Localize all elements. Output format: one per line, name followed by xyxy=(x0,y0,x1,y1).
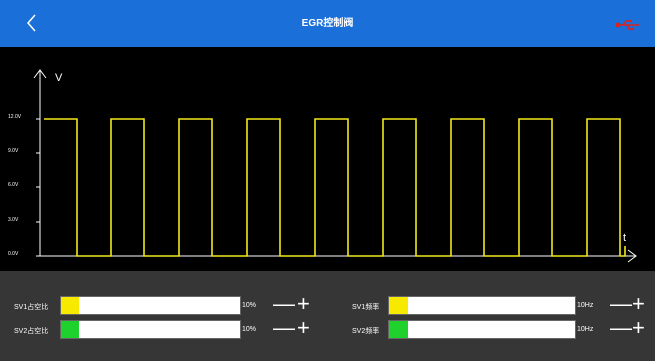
y-tick-label: 6.0V xyxy=(8,182,19,188)
signal-trace xyxy=(44,118,626,257)
header-bar: EGR控制阀 xyxy=(0,0,655,47)
sv1-duty-label: SV1占空比 xyxy=(14,304,49,311)
sv1-duty-bar[interactable] xyxy=(60,296,241,315)
y-axis-label: V xyxy=(55,72,63,84)
x-axis-label: t xyxy=(623,232,626,244)
y-tick-label: 9.0V xyxy=(8,148,19,154)
sv2-duty-plus-button[interactable]: + xyxy=(297,317,310,339)
sv2-duty-minus-button[interactable]: — xyxy=(273,317,295,339)
sv1-freq-fill xyxy=(389,297,408,314)
sv1-freq-bar[interactable] xyxy=(388,296,576,315)
sv2-freq-plus-button[interactable]: + xyxy=(632,317,645,339)
control-panel: SV1占空比 10% — + SV2占空比 10% — + SV1频率 10Hz… xyxy=(0,271,655,361)
sv2-freq-minus-button[interactable]: — xyxy=(610,317,632,339)
sv2-duty-label: SV2占空比 xyxy=(14,328,49,335)
y-tick-label: 3.0V xyxy=(8,217,19,223)
page-title: EGR控制阀 xyxy=(301,18,354,29)
oscilloscope-panel: V t 12.0V 9.0V 6.0V 3.0V 0.0V xyxy=(0,47,655,271)
sv1-freq-label: SV1频率 xyxy=(352,304,380,311)
y-tick-label: 0.0V xyxy=(8,251,19,257)
sv1-freq-plus-button[interactable]: + xyxy=(632,293,645,315)
sv2-freq-label: SV2频率 xyxy=(352,328,380,335)
sv1-freq-minus-button[interactable]: — xyxy=(610,293,632,315)
sv1-duty-value: 10% xyxy=(242,302,257,309)
sv2-duty-fill xyxy=(61,321,79,338)
sv2-duty-value: 10% xyxy=(242,326,257,333)
sv2-duty-bar[interactable] xyxy=(60,320,241,339)
sv1-duty-plus-button[interactable]: + xyxy=(297,293,310,315)
sv2-freq-bar[interactable] xyxy=(388,320,576,339)
signal-polyline xyxy=(44,118,621,257)
sv1-duty-fill xyxy=(61,297,79,314)
waveform-chart: V t xyxy=(33,69,637,263)
sv1-freq-value: 10Hz xyxy=(577,302,594,309)
sv1-duty-minus-button[interactable]: — xyxy=(273,293,295,315)
sv2-freq-fill xyxy=(389,321,408,338)
sv2-freq-value: 10Hz xyxy=(577,326,594,333)
y-tick-label: 12.0V xyxy=(8,114,22,120)
usb-icon xyxy=(615,19,639,31)
